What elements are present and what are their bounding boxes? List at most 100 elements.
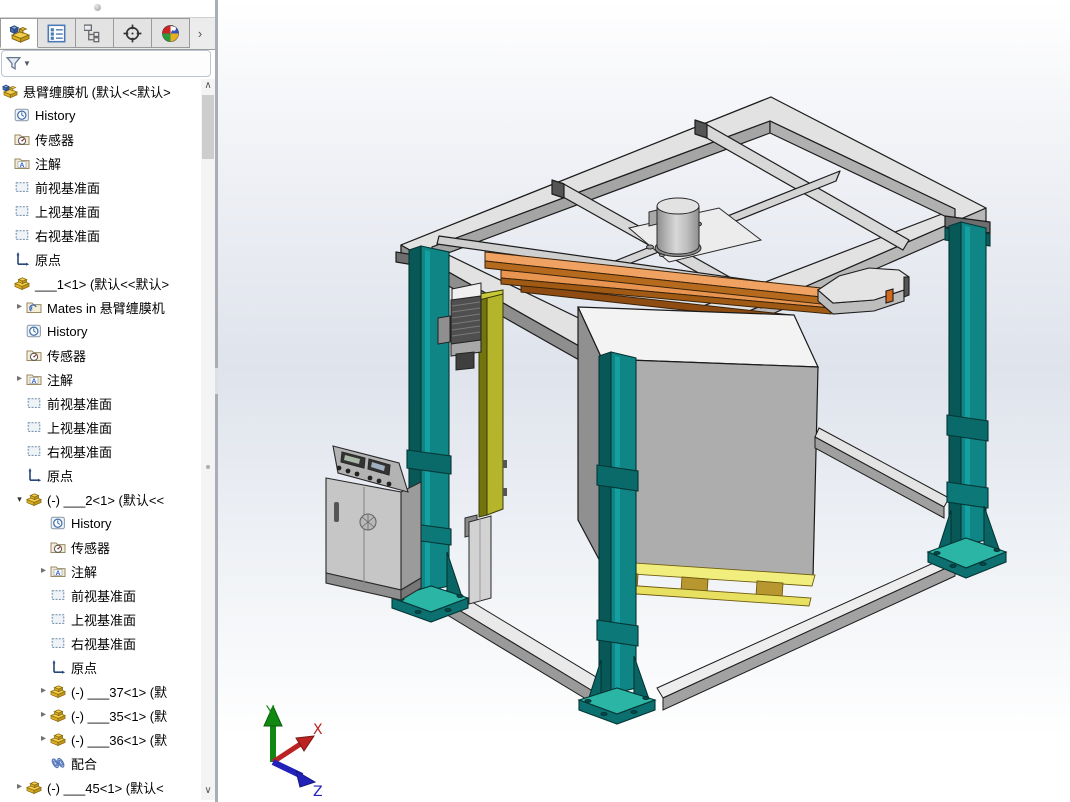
film-mast[interactable] [478, 289, 507, 518]
tree-item-label: History [71, 515, 112, 531]
control-cabinet[interactable] [325, 445, 422, 601]
tree-item-label: 上视基准面 [47, 420, 113, 436]
propertymanager-tab-icon [46, 23, 67, 44]
expand-arrow-icon[interactable]: ▸ [37, 679, 50, 703]
tree-item-label: (-) ___2<1> (默认<< [47, 492, 165, 508]
triad-z-label: Z [313, 784, 323, 800]
tree-item[interactable]: 原点 [0, 463, 200, 487]
part-icon [26, 779, 42, 795]
scroll-down-icon[interactable]: ∨ [201, 784, 215, 798]
tab-configurationmanager[interactable] [76, 18, 114, 48]
tree-item-label: 传感器 [47, 348, 87, 364]
plane-icon [50, 611, 66, 627]
scrollbar-thumb[interactable] [202, 95, 214, 159]
displaymanager-tab-icon [160, 23, 181, 44]
tree-filter-box[interactable]: ▼ [1, 50, 211, 77]
tree-item[interactable]: 传感器 [0, 343, 200, 367]
tree-item-label: 传感器 [35, 132, 75, 148]
panel-collapse-handle[interactable] [94, 4, 101, 11]
tree-item-label: 上视基准面 [35, 204, 101, 220]
history-icon [26, 323, 42, 339]
tree-item[interactable]: History [0, 511, 200, 535]
part-icon [50, 683, 66, 699]
tab-dimxpertmanager[interactable] [114, 18, 152, 48]
sensors-icon [26, 347, 42, 363]
tree-item[interactable]: ▸ 注解 [0, 559, 200, 583]
tree-item[interactable]: 传感器 [0, 127, 200, 151]
tree-item[interactable]: 传感器 [0, 535, 200, 559]
tree-item-label: 配合 [71, 756, 98, 772]
tree-item[interactable]: 注解 [0, 151, 200, 175]
tree-item-label: 原点 [47, 468, 74, 484]
annotations-icon [50, 563, 66, 579]
tree-item[interactable]: 原点 [0, 247, 200, 271]
filter-funnel-icon[interactable] [5, 55, 22, 72]
expand-arrow-icon[interactable]: ▸ [37, 703, 50, 727]
machine-model[interactable]: Y X Z [218, 0, 1070, 802]
tree-item[interactable]: 上视基准面 [0, 607, 200, 631]
tree-item[interactable]: 前视基准面 [0, 583, 200, 607]
featuremanager-tab-icon [9, 23, 30, 44]
tab-overflow-arrow[interactable]: › [190, 18, 210, 48]
base-beam-rear-right[interactable] [814, 427, 950, 519]
tree-item-label: 前视基准面 [35, 180, 101, 196]
history-icon [14, 107, 30, 123]
origin-icon [26, 467, 42, 483]
tree-item[interactable]: ▸ (-) ___35<1> (默 [0, 703, 200, 727]
tree-item-label: 传感器 [71, 540, 111, 556]
tab-propertymanager[interactable] [38, 18, 76, 48]
dimxpert-tab-icon [122, 23, 143, 44]
tree-item[interactable]: ▾ (-) ___2<1> (默认<< [0, 487, 200, 511]
part-icon [26, 491, 42, 507]
tree-item-label: (-) ___36<1> (默 [71, 732, 168, 748]
manager-tabbar: › [0, 18, 215, 50]
tree-item[interactable]: ___1<1> (默认<<默认> [0, 271, 200, 295]
filter-input[interactable] [30, 52, 207, 75]
tree-item[interactable]: 原点 [0, 655, 200, 679]
plane-icon [14, 179, 30, 195]
sensors-icon [14, 131, 30, 147]
tree-item[interactable]: 上视基准面 [0, 199, 200, 223]
tree-item[interactable]: 配合 [0, 751, 200, 775]
expand-arrow-icon[interactable]: ▸ [13, 295, 26, 319]
graphics-viewport[interactable]: Y X Z [218, 0, 1070, 802]
expand-arrow-icon[interactable]: ▾ [13, 487, 26, 511]
tree-item[interactable]: ▸ (-) ___45<1> (默认< [0, 775, 200, 799]
tree-scrollbar[interactable]: ∧ ∨ [201, 79, 215, 800]
tree-item[interactable]: 右视基准面 [0, 439, 200, 463]
mates-icon [50, 755, 66, 771]
tree-item[interactable]: 悬臂缠膜机 (默认<<默认> [0, 79, 200, 103]
scroll-up-icon[interactable]: ∧ [201, 79, 215, 93]
configurationmanager-tab-icon [84, 23, 105, 44]
column-right[interactable] [926, 221, 1008, 579]
tree-item-label: 前视基准面 [47, 396, 113, 412]
tree-item[interactable]: 前视基准面 [0, 175, 200, 199]
tree-item-label: 前视基准面 [71, 588, 137, 604]
tab-displaymanager[interactable] [152, 18, 190, 48]
tree-item[interactable]: ▸ Mates in 悬臂缠膜机 [0, 295, 200, 319]
tree-item[interactable]: 前视基准面 [0, 391, 200, 415]
film-carriage[interactable] [464, 514, 492, 605]
expand-arrow-icon[interactable]: ▸ [13, 367, 26, 391]
tree-item-label: 右视基准面 [35, 228, 101, 244]
assembly-root-icon [2, 83, 18, 99]
tree-item[interactable]: 右视基准面 [0, 223, 200, 247]
tree-item[interactable]: ▸ (-) ___36<1> (默 [0, 727, 200, 751]
tree-item[interactable]: ▸ (-) ___37<1> (默 [0, 679, 200, 703]
plane-icon [50, 635, 66, 651]
history-icon [50, 515, 66, 531]
tab-featuremanager[interactable] [0, 18, 38, 48]
tree-item[interactable]: 上视基准面 [0, 415, 200, 439]
tree-item[interactable]: 右视基准面 [0, 631, 200, 655]
filter-caret-icon[interactable]: ▼ [23, 59, 31, 68]
origin-icon [50, 659, 66, 675]
tree-item[interactable]: History [0, 103, 200, 127]
tree-item[interactable]: History [0, 319, 200, 343]
expand-arrow-icon[interactable]: ▸ [37, 727, 50, 751]
plane-icon [14, 203, 30, 219]
plane-icon [26, 395, 42, 411]
tree-item[interactable]: ▸ 注解 [0, 367, 200, 391]
expand-arrow-icon[interactable]: ▸ [13, 775, 26, 799]
triad-y-label: Y [265, 704, 275, 720]
expand-arrow-icon[interactable]: ▸ [37, 559, 50, 583]
